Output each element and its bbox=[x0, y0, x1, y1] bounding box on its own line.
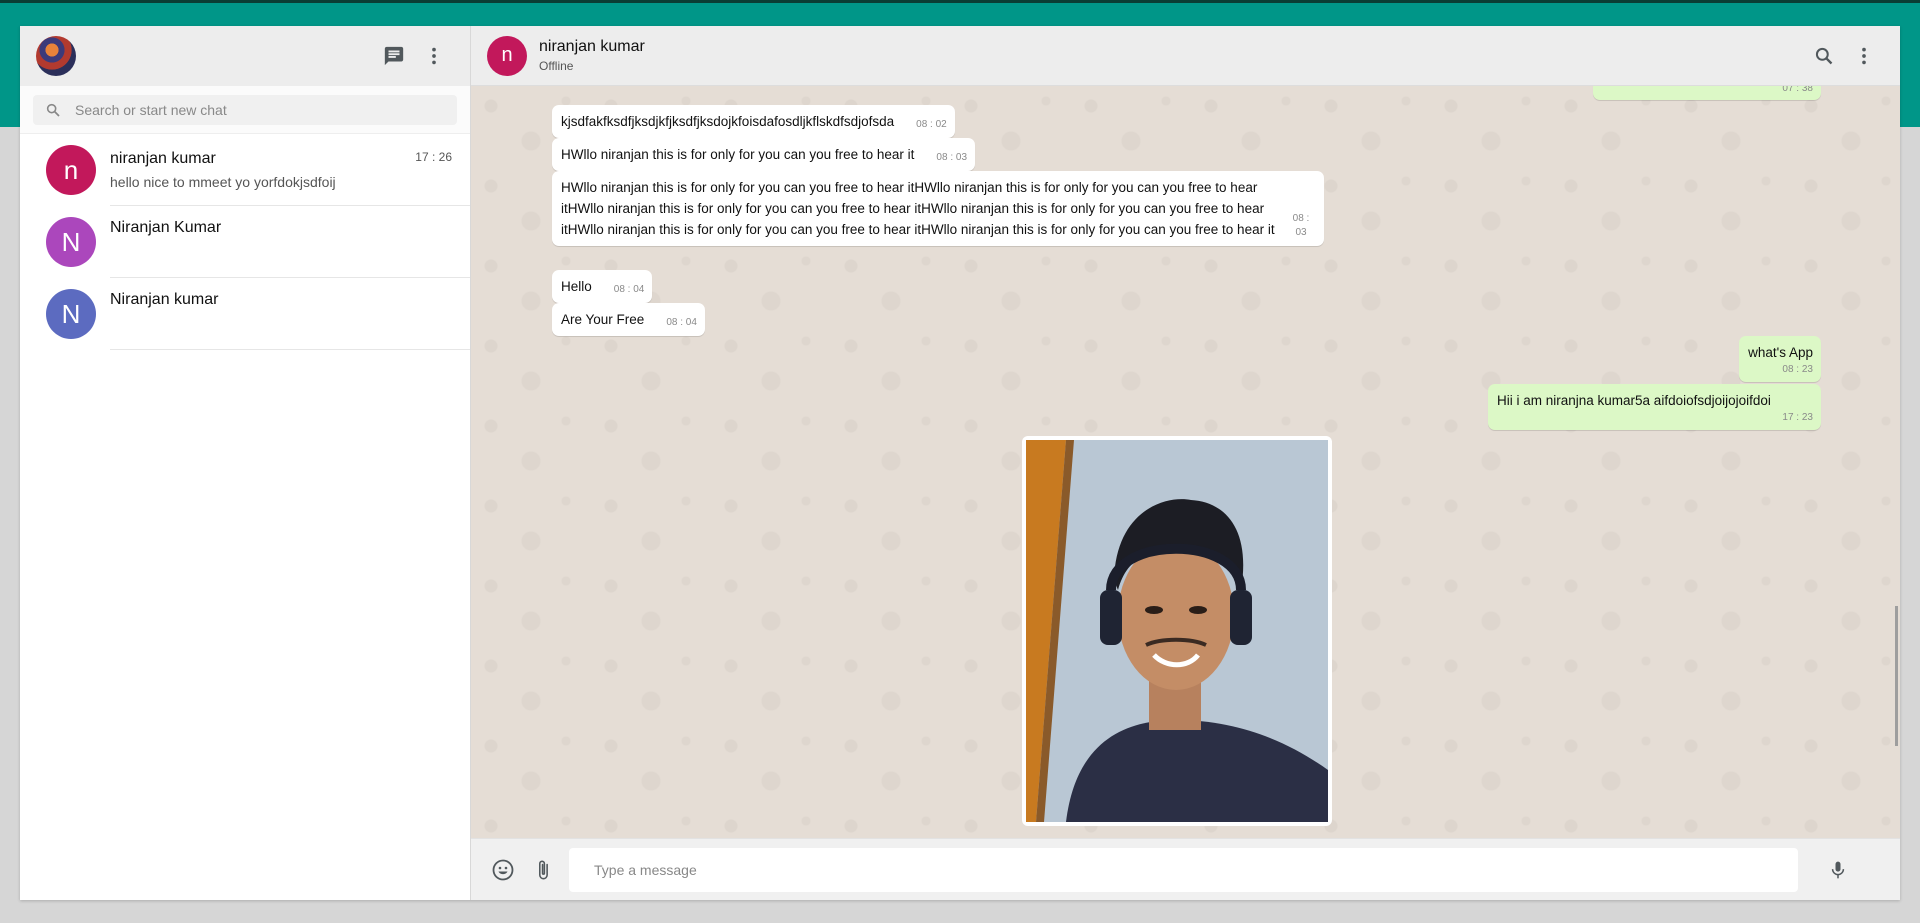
message-time: 08 : 02 bbox=[916, 119, 947, 130]
search-box bbox=[33, 94, 457, 125]
message-text: Hii i am niranjna kumar5a aifdoiofsdjoij… bbox=[1497, 393, 1771, 408]
message-text: what's App bbox=[1748, 345, 1813, 360]
contact-info[interactable]: niranjan kumar Offline bbox=[539, 38, 645, 73]
chat-list-item[interactable]: n niranjan kumar hello nice to mmeet yo … bbox=[20, 134, 470, 206]
avatar: n bbox=[46, 145, 96, 195]
message-time: 08 : 03 bbox=[936, 152, 968, 163]
shared-photo[interactable] bbox=[1026, 440, 1328, 822]
message-area[interactable]: 07 : 38 kjsdfakfksdfjksdjkfjksdfjksdojkf… bbox=[471, 86, 1900, 838]
composer bbox=[471, 838, 1900, 900]
search-input[interactable] bbox=[73, 100, 447, 119]
message-bubble-outgoing: 07 : 38 bbox=[1593, 86, 1821, 100]
message-time: 08 : 04 bbox=[666, 317, 697, 328]
menu-icon[interactable] bbox=[414, 36, 454, 76]
message-bubble-outgoing: what's App 08 : 23 bbox=[1739, 336, 1821, 382]
search-bar bbox=[20, 86, 470, 134]
contact-status: Offline bbox=[539, 59, 574, 73]
message-bubble-incoming: Are Your Free 08 : 04 bbox=[552, 303, 705, 336]
search-icon bbox=[45, 102, 61, 118]
message-bubble-incoming: HWllo niranjan this is for only for you … bbox=[552, 138, 976, 171]
message-bubble-incoming: kjsdfakfksdfjksdjkfjksdfjksdojkfoisdafos… bbox=[552, 105, 955, 138]
chat-name: Niranjan Kumar bbox=[110, 219, 222, 236]
chat-name: Niranjan kumar bbox=[110, 291, 219, 308]
mic-icon[interactable] bbox=[1818, 850, 1858, 890]
chat-list-item[interactable]: N Niranjan kumar bbox=[20, 278, 470, 350]
message-time: 17 : 23 bbox=[1782, 412, 1813, 423]
chat-list-item-body: Niranjan kumar bbox=[110, 278, 470, 350]
scrollbar[interactable] bbox=[1895, 606, 1898, 746]
message-text: Are Your Free bbox=[561, 312, 645, 327]
conversation-panel: n niranjan kumar Offline 07 : 38 kjsdfak… bbox=[471, 26, 1900, 900]
person-photo-illustration bbox=[1026, 440, 1328, 822]
attach-icon[interactable] bbox=[523, 850, 563, 890]
message-text: Hello bbox=[561, 279, 592, 294]
avatar: N bbox=[46, 217, 96, 267]
message-time: 07 : 38 bbox=[1782, 86, 1813, 94]
emoji-icon[interactable] bbox=[483, 850, 523, 890]
avatar: N bbox=[46, 289, 96, 339]
message-bubble-incoming: HWllo niranjan this is for only for you … bbox=[552, 171, 1324, 246]
chat-list-item-body: niranjan kumar hello nice to mmeet yo yo… bbox=[110, 134, 470, 206]
menu-icon[interactable] bbox=[1844, 36, 1884, 76]
message-time: 08 : 03 bbox=[1292, 213, 1310, 238]
chat-name: niranjan kumar bbox=[110, 149, 216, 167]
message-bubble-outgoing: Hii i am niranjna kumar5a aifdoiofsdjoij… bbox=[1488, 384, 1821, 430]
sidebar: n niranjan kumar hello nice to mmeet yo … bbox=[20, 26, 471, 900]
chat-list-item-body: Niranjan Kumar bbox=[110, 206, 470, 278]
sidebar-header bbox=[20, 26, 470, 86]
message-bubble-incoming: Hello 08 : 04 bbox=[552, 270, 653, 303]
chat-list: n niranjan kumar hello nice to mmeet yo … bbox=[20, 134, 470, 350]
message-text: kjsdfakfksdfjksdjkfjksdfjksdojkfoisdafos… bbox=[561, 114, 895, 129]
chat-list-item[interactable]: N Niranjan Kumar bbox=[20, 206, 470, 278]
chat-preview: hello nice to mmeet yo yorfdokjsdfoij bbox=[110, 173, 336, 190]
image-message[interactable] bbox=[1022, 436, 1332, 826]
conversation-header: n niranjan kumar Offline bbox=[471, 26, 1900, 86]
message-text: HWllo niranjan this is for only for you … bbox=[561, 147, 915, 162]
message-text: HWllo niranjan this is for only for you … bbox=[561, 180, 1275, 237]
my-avatar[interactable] bbox=[36, 36, 76, 76]
new-chat-icon[interactable] bbox=[374, 36, 414, 76]
search-icon[interactable] bbox=[1804, 36, 1844, 76]
chat-app: n niranjan kumar hello nice to mmeet yo … bbox=[20, 26, 1900, 900]
message-time: 08 : 23 bbox=[1782, 364, 1813, 375]
message-input[interactable] bbox=[569, 847, 1798, 892]
message-time: 08 : 04 bbox=[613, 284, 645, 295]
contact-avatar[interactable]: n bbox=[487, 35, 527, 76]
contact-name: niranjan kumar bbox=[539, 38, 645, 55]
chat-time: 17 : 26 bbox=[415, 150, 452, 164]
